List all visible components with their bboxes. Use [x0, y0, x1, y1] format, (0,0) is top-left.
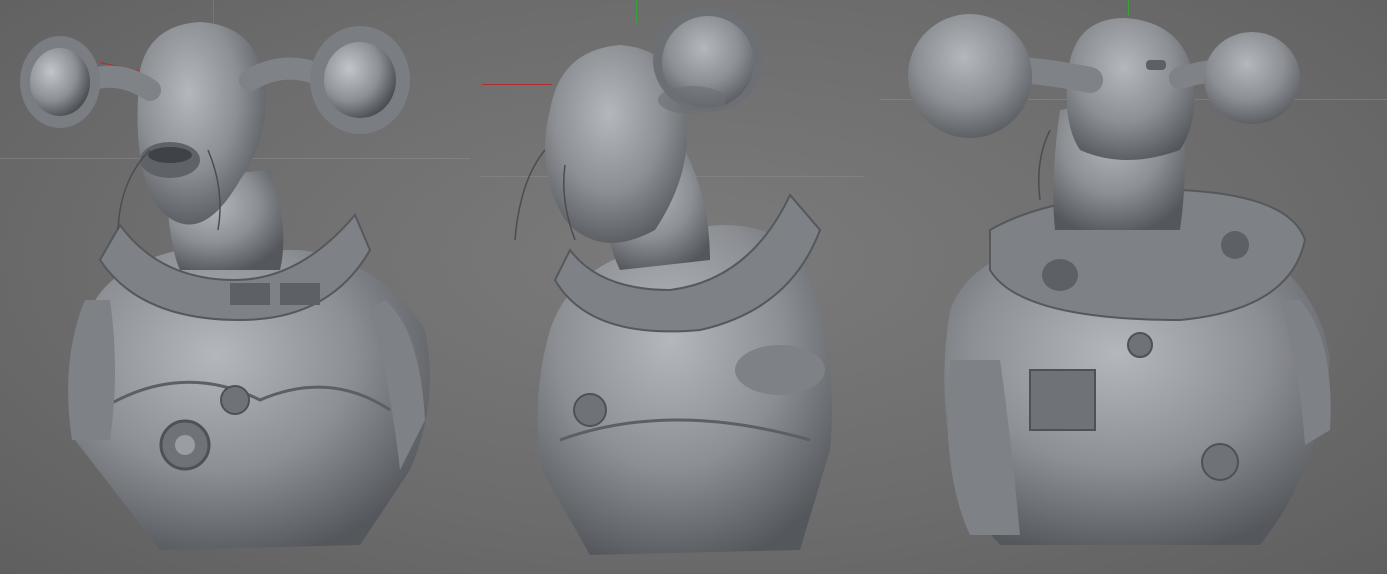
- viewport-front[interactable]: [0, 0, 470, 574]
- viewport-three-quarter[interactable]: [470, 0, 880, 574]
- sculpt-model-three-quarter[interactable]: [470, 0, 880, 574]
- sculpt-model-back[interactable]: [880, 0, 1387, 574]
- viewport-canvas[interactable]: [0, 0, 1387, 574]
- sculpt-model-front[interactable]: [0, 0, 470, 574]
- viewport-back[interactable]: [880, 0, 1387, 574]
